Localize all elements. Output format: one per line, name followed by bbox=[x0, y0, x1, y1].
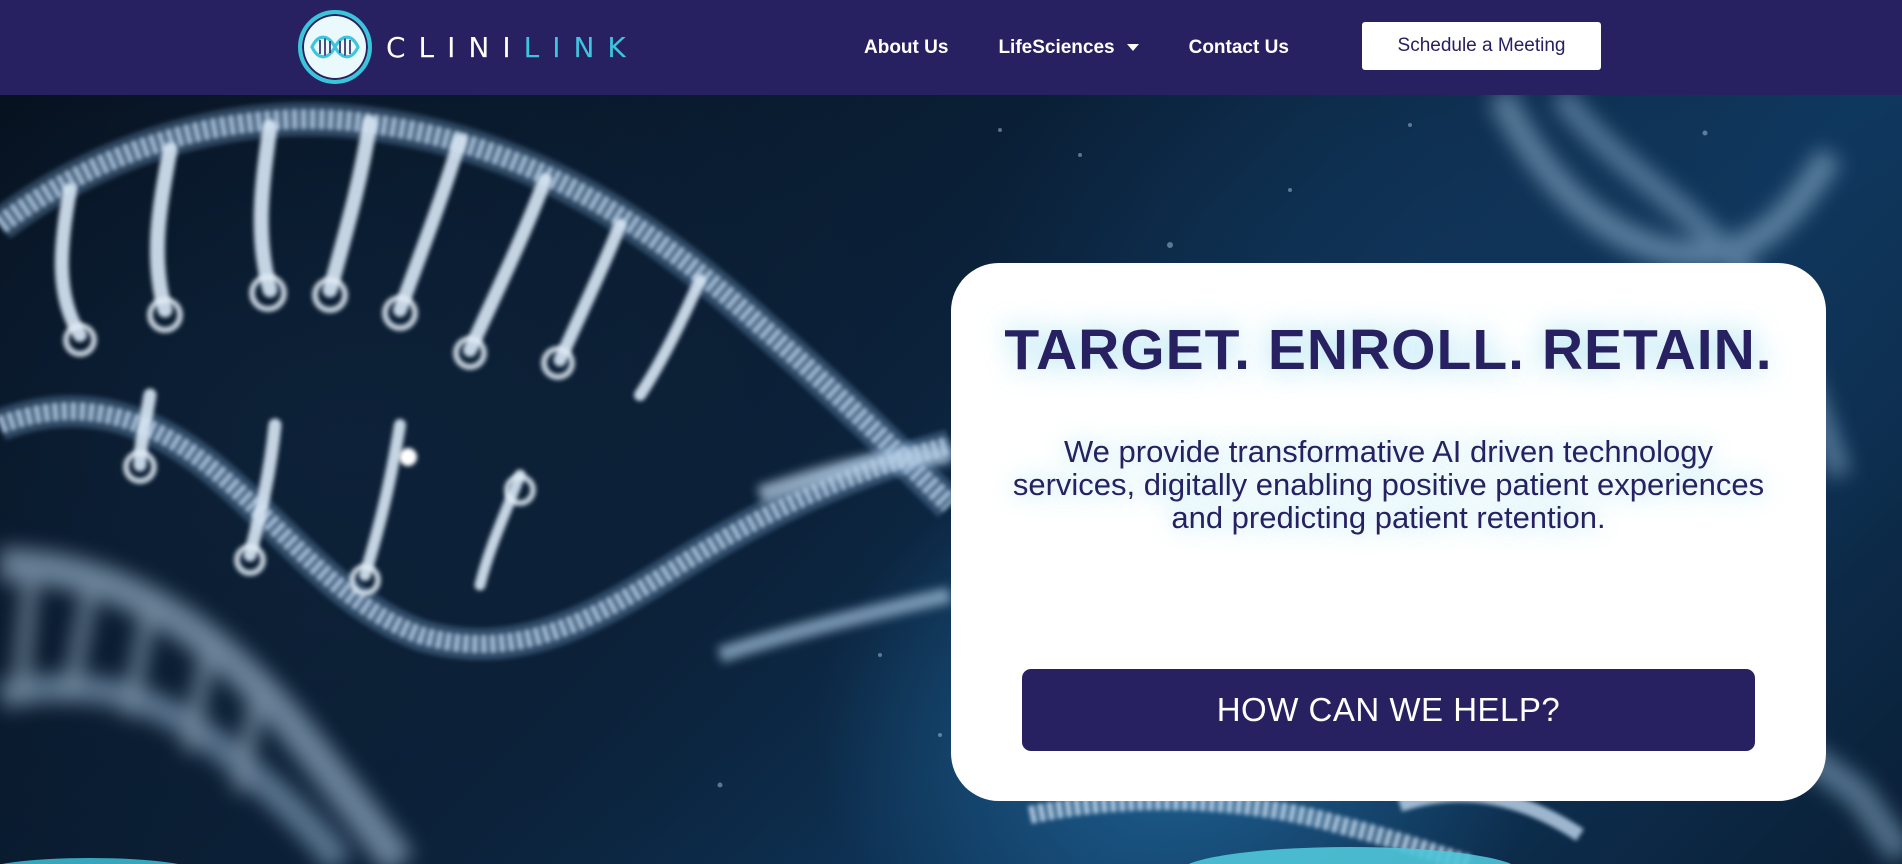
schedule-meeting-button[interactable]: Schedule a Meeting bbox=[1362, 22, 1601, 70]
dna-infinity-logo-icon bbox=[298, 10, 372, 84]
chevron-down-icon bbox=[1126, 44, 1139, 51]
site-header: CLINI LINK About Us LifeSciences Contact… bbox=[0, 0, 1902, 95]
hero-headline: TARGET. ENROLL. RETAIN. bbox=[1004, 318, 1773, 382]
hero-card: TARGET. ENROLL. RETAIN. We provide trans… bbox=[951, 263, 1826, 801]
nav-contact-us[interactable]: Contact Us bbox=[1189, 37, 1289, 59]
main-nav: About Us LifeSciences Contact Us bbox=[864, 0, 1289, 95]
logo-wordmark-clini: CLINI bbox=[386, 30, 524, 64]
nav-lifesciences-label: LifeSciences bbox=[998, 36, 1115, 58]
hero-description: We provide transformative AI driven tech… bbox=[1012, 434, 1765, 535]
logo-wordmark-link: LINK bbox=[523, 30, 639, 64]
nav-about-us-label: About Us bbox=[864, 36, 949, 58]
logo-wordmark: CLINI LINK bbox=[386, 31, 639, 64]
nav-contact-us-label: Contact Us bbox=[1188, 36, 1289, 58]
clinilink-logo[interactable]: CLINI LINK bbox=[298, 10, 639, 84]
how-can-we-help-button[interactable]: HOW CAN WE HELP? bbox=[1022, 669, 1755, 751]
nav-lifesciences[interactable]: LifeSciences bbox=[998, 36, 1139, 59]
nav-about-us[interactable]: About Us bbox=[864, 37, 948, 59]
